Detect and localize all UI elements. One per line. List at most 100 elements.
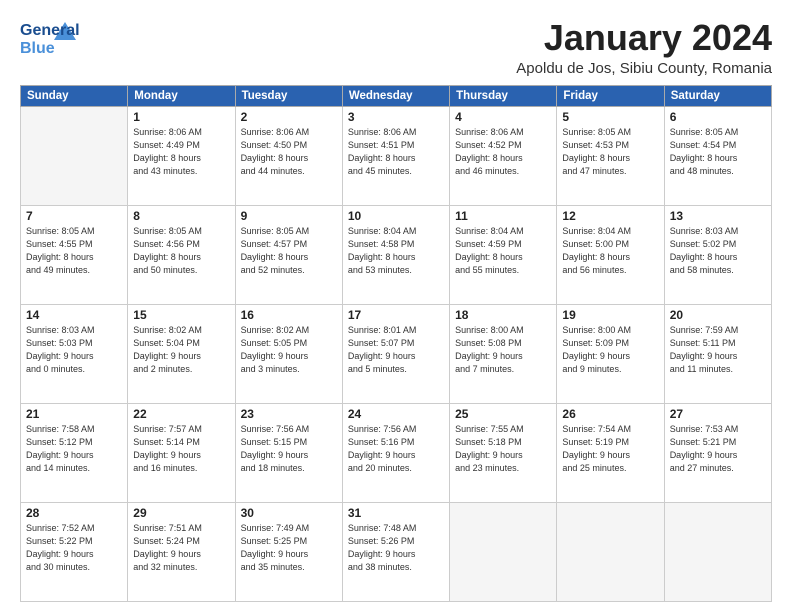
day-info: Sunrise: 7:59 AM Sunset: 5:11 PM Dayligh… <box>670 324 766 376</box>
col-header-thursday: Thursday <box>450 85 557 106</box>
calendar-cell: 4 Sunrise: 8:06 AM Sunset: 4:52 PM Daylig… <box>450 106 557 205</box>
day-number: 8 <box>133 209 229 223</box>
calendar-cell: 11 Sunrise: 8:04 AM Sunset: 4:59 PM Dayli… <box>450 205 557 304</box>
calendar-header-row: SundayMondayTuesdayWednesdayThursdayFrid… <box>21 85 772 106</box>
day-number: 24 <box>348 407 444 421</box>
col-header-saturday: Saturday <box>664 85 771 106</box>
day-number: 20 <box>670 308 766 322</box>
calendar-cell: 25 Sunrise: 7:55 AM Sunset: 5:18 PM Dayli… <box>450 403 557 502</box>
calendar-cell: 7 Sunrise: 8:05 AM Sunset: 4:55 PM Daylig… <box>21 205 128 304</box>
day-info: Sunrise: 7:49 AM Sunset: 5:25 PM Dayligh… <box>241 522 337 574</box>
day-info: Sunrise: 8:06 AM Sunset: 4:49 PM Dayligh… <box>133 126 229 178</box>
day-number: 13 <box>670 209 766 223</box>
day-number: 31 <box>348 506 444 520</box>
day-number: 28 <box>26 506 122 520</box>
day-info: Sunrise: 8:00 AM Sunset: 5:09 PM Dayligh… <box>562 324 658 376</box>
calendar-cell: 1 Sunrise: 8:06 AM Sunset: 4:49 PM Daylig… <box>128 106 235 205</box>
calendar-cell: 24 Sunrise: 7:56 AM Sunset: 5:16 PM Dayli… <box>342 403 449 502</box>
day-info: Sunrise: 7:56 AM Sunset: 5:15 PM Dayligh… <box>241 423 337 475</box>
day-number: 17 <box>348 308 444 322</box>
day-number: 11 <box>455 209 551 223</box>
calendar-cell: 21 Sunrise: 7:58 AM Sunset: 5:12 PM Dayli… <box>21 403 128 502</box>
calendar-cell: 8 Sunrise: 8:05 AM Sunset: 4:56 PM Daylig… <box>128 205 235 304</box>
col-header-monday: Monday <box>128 85 235 106</box>
day-number: 18 <box>455 308 551 322</box>
day-number: 14 <box>26 308 122 322</box>
calendar-cell: 13 Sunrise: 8:03 AM Sunset: 5:02 PM Dayli… <box>664 205 771 304</box>
calendar-cell: 29 Sunrise: 7:51 AM Sunset: 5:24 PM Dayli… <box>128 502 235 601</box>
col-header-friday: Friday <box>557 85 664 106</box>
day-number: 6 <box>670 110 766 124</box>
day-number: 21 <box>26 407 122 421</box>
day-number: 12 <box>562 209 658 223</box>
col-header-sunday: Sunday <box>21 85 128 106</box>
day-info: Sunrise: 7:51 AM Sunset: 5:24 PM Dayligh… <box>133 522 229 574</box>
day-number: 29 <box>133 506 229 520</box>
calendar-week-row: 7 Sunrise: 8:05 AM Sunset: 4:55 PM Daylig… <box>21 205 772 304</box>
month-title: January 2024 <box>516 18 772 58</box>
calendar-week-row: 14 Sunrise: 8:03 AM Sunset: 5:03 PM Dayli… <box>21 304 772 403</box>
day-number: 19 <box>562 308 658 322</box>
day-number: 25 <box>455 407 551 421</box>
calendar-cell <box>664 502 771 601</box>
logo-svg: GeneralBlue <box>20 18 80 58</box>
logo: GeneralBlue <box>20 18 80 58</box>
day-info: Sunrise: 7:57 AM Sunset: 5:14 PM Dayligh… <box>133 423 229 475</box>
calendar-cell: 28 Sunrise: 7:52 AM Sunset: 5:22 PM Dayli… <box>21 502 128 601</box>
day-info: Sunrise: 7:56 AM Sunset: 5:16 PM Dayligh… <box>348 423 444 475</box>
day-info: Sunrise: 8:06 AM Sunset: 4:52 PM Dayligh… <box>455 126 551 178</box>
calendar-cell: 2 Sunrise: 8:06 AM Sunset: 4:50 PM Daylig… <box>235 106 342 205</box>
calendar-cell: 18Sunrise: 8:00 AM Sunset: 5:08 PM Dayli… <box>450 304 557 403</box>
day-number: 4 <box>455 110 551 124</box>
calendar-cell: 14 Sunrise: 8:03 AM Sunset: 5:03 PM Dayli… <box>21 304 128 403</box>
svg-text:Blue: Blue <box>20 40 55 57</box>
calendar-table: SundayMondayTuesdayWednesdayThursdayFrid… <box>20 85 772 602</box>
day-number: 3 <box>348 110 444 124</box>
page: GeneralBlue January 2024 Apoldu de Jos, … <box>0 0 792 612</box>
calendar-cell: 9 Sunrise: 8:05 AM Sunset: 4:57 PM Daylig… <box>235 205 342 304</box>
day-number: 10 <box>348 209 444 223</box>
calendar-cell: 6 Sunrise: 8:05 AM Sunset: 4:54 PM Daylig… <box>664 106 771 205</box>
calendar-cell: 17Sunrise: 8:01 AM Sunset: 5:07 PM Dayli… <box>342 304 449 403</box>
day-number: 15 <box>133 308 229 322</box>
day-info: Sunrise: 8:05 AM Sunset: 4:55 PM Dayligh… <box>26 225 122 277</box>
day-info: Sunrise: 8:05 AM Sunset: 4:54 PM Dayligh… <box>670 126 766 178</box>
calendar-cell: 31Sunrise: 7:48 AM Sunset: 5:26 PM Dayli… <box>342 502 449 601</box>
day-info: Sunrise: 8:02 AM Sunset: 5:04 PM Dayligh… <box>133 324 229 376</box>
calendar-week-row: 28 Sunrise: 7:52 AM Sunset: 5:22 PM Dayli… <box>21 502 772 601</box>
day-number: 23 <box>241 407 337 421</box>
calendar-cell: 26Sunrise: 7:54 AM Sunset: 5:19 PM Dayli… <box>557 403 664 502</box>
calendar-week-row: 21 Sunrise: 7:58 AM Sunset: 5:12 PM Dayli… <box>21 403 772 502</box>
day-number: 2 <box>241 110 337 124</box>
calendar-cell: 27Sunrise: 7:53 AM Sunset: 5:21 PM Dayli… <box>664 403 771 502</box>
day-info: Sunrise: 7:55 AM Sunset: 5:18 PM Dayligh… <box>455 423 551 475</box>
day-info: Sunrise: 8:03 AM Sunset: 5:02 PM Dayligh… <box>670 225 766 277</box>
day-info: Sunrise: 8:06 AM Sunset: 4:50 PM Dayligh… <box>241 126 337 178</box>
day-info: Sunrise: 7:58 AM Sunset: 5:12 PM Dayligh… <box>26 423 122 475</box>
day-number: 1 <box>133 110 229 124</box>
day-info: Sunrise: 8:04 AM Sunset: 4:59 PM Dayligh… <box>455 225 551 277</box>
day-number: 30 <box>241 506 337 520</box>
day-info: Sunrise: 8:03 AM Sunset: 5:03 PM Dayligh… <box>26 324 122 376</box>
calendar-cell: 5Sunrise: 8:05 AM Sunset: 4:53 PM Daylig… <box>557 106 664 205</box>
calendar-cell: 23 Sunrise: 7:56 AM Sunset: 5:15 PM Dayli… <box>235 403 342 502</box>
day-info: Sunrise: 8:05 AM Sunset: 4:57 PM Dayligh… <box>241 225 337 277</box>
calendar-cell: 20 Sunrise: 7:59 AM Sunset: 5:11 PM Dayli… <box>664 304 771 403</box>
calendar-cell <box>450 502 557 601</box>
day-info: Sunrise: 7:52 AM Sunset: 5:22 PM Dayligh… <box>26 522 122 574</box>
day-info: Sunrise: 8:06 AM Sunset: 4:51 PM Dayligh… <box>348 126 444 178</box>
col-header-wednesday: Wednesday <box>342 85 449 106</box>
calendar-cell: 12 Sunrise: 8:04 AM Sunset: 5:00 PM Dayli… <box>557 205 664 304</box>
day-number: 9 <box>241 209 337 223</box>
day-number: 7 <box>26 209 122 223</box>
calendar-cell: 30 Sunrise: 7:49 AM Sunset: 5:25 PM Dayli… <box>235 502 342 601</box>
col-header-tuesday: Tuesday <box>235 85 342 106</box>
day-number: 27 <box>670 407 766 421</box>
calendar-cell: 16Sunrise: 8:02 AM Sunset: 5:05 PM Dayli… <box>235 304 342 403</box>
day-info: Sunrise: 8:04 AM Sunset: 5:00 PM Dayligh… <box>562 225 658 277</box>
day-info: Sunrise: 8:05 AM Sunset: 4:56 PM Dayligh… <box>133 225 229 277</box>
day-info: Sunrise: 8:04 AM Sunset: 4:58 PM Dayligh… <box>348 225 444 277</box>
day-info: Sunrise: 8:05 AM Sunset: 4:53 PM Dayligh… <box>562 126 658 178</box>
day-number: 26 <box>562 407 658 421</box>
calendar-cell: 19 Sunrise: 8:00 AM Sunset: 5:09 PM Dayli… <box>557 304 664 403</box>
